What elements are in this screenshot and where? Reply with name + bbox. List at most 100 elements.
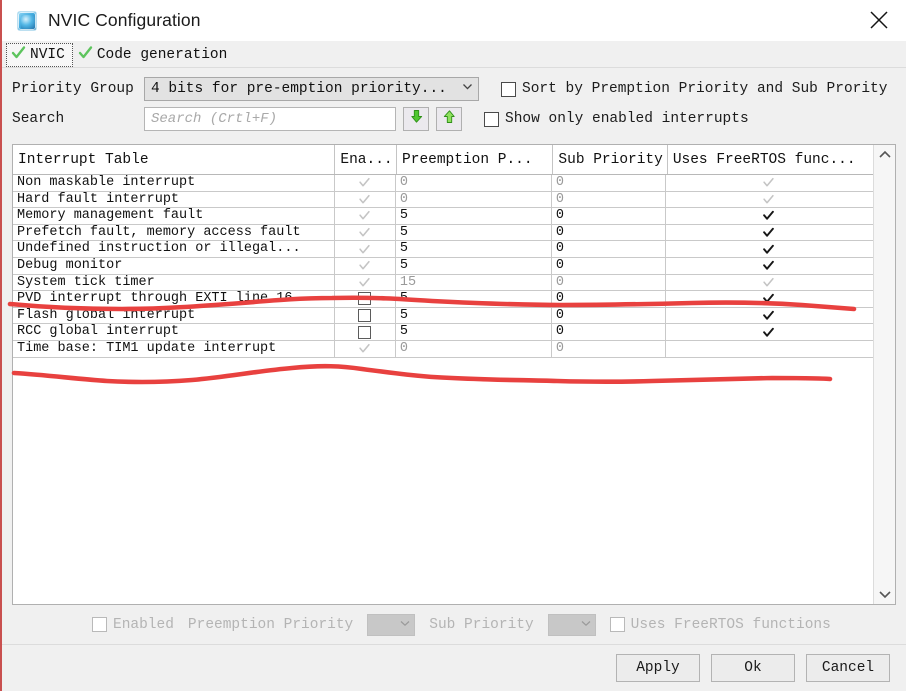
table-row[interactable]: System tick timer 15 0 — [13, 274, 873, 292]
cell-sub-priority[interactable]: 0 — [552, 208, 666, 224]
cell-uses-freertos-checkbox[interactable] — [666, 341, 873, 357]
cell-sub-priority[interactable]: 0 — [552, 324, 666, 340]
cell-enabled-checkbox[interactable] — [335, 224, 396, 241]
tab-nvic-label: NVIC — [30, 47, 65, 63]
cell-preemption-priority[interactable]: 0 — [396, 175, 552, 191]
detail-sub-priority-select[interactable] — [547, 613, 596, 636]
cell-interrupt-name: Undefined instruction or illegal... — [13, 241, 335, 257]
search-row: Search Show only enabled interrupts — [2, 104, 906, 134]
cell-uses-freertos-checkbox[interactable] — [666, 175, 873, 191]
apply-button[interactable]: Apply — [616, 654, 700, 682]
column-header-enabled[interactable]: Ena... — [335, 145, 398, 174]
close-icon[interactable] — [862, 4, 896, 36]
priority-group-label: Priority Group — [12, 81, 134, 97]
table-row[interactable]: Undefined instruction or illegal... 5 0 — [13, 241, 873, 258]
table-row[interactable]: Debug monitor 5 0 — [13, 257, 873, 275]
checkbox-box — [484, 111, 499, 127]
cell-enabled-checkbox[interactable] — [335, 324, 396, 340]
table-vertical-scrollbar[interactable] — [873, 145, 895, 604]
cube-icon — [16, 10, 38, 32]
cell-sub-priority[interactable]: 0 — [552, 257, 666, 274]
sort-by-preemption-checkbox[interactable]: Sort by Premption Priority and Sub Prori… — [501, 81, 887, 97]
cell-preemption-priority[interactable]: 15 — [396, 274, 552, 291]
column-header-preemption[interactable]: Preemption P... — [397, 145, 554, 174]
cell-preemption-priority[interactable]: 5 — [396, 307, 552, 324]
column-header-sub-priority[interactable]: Sub Priority — [553, 145, 668, 174]
detail-preemption-select[interactable] — [367, 613, 416, 636]
table-row[interactable]: Memory management fault 5 0 — [13, 208, 873, 225]
cell-uses-freertos-checkbox[interactable] — [666, 208, 873, 224]
detail-uses-freertos-checkbox[interactable]: Uses FreeRTOS functions — [609, 617, 831, 633]
table-row[interactable]: Non maskable interrupt 0 0 — [13, 175, 873, 192]
cell-sub-priority[interactable]: 0 — [552, 307, 666, 324]
cell-uses-freertos-checkbox[interactable] — [666, 324, 873, 340]
priority-group-select[interactable]: 4 bits for pre-emption priority... — [144, 77, 479, 101]
tab-nvic[interactable]: NVIC — [6, 43, 73, 67]
chevron-up-icon[interactable] — [874, 145, 896, 165]
find-previous-button[interactable] — [436, 107, 462, 131]
checkbox-box — [358, 226, 372, 240]
cell-enabled-checkbox[interactable] — [335, 340, 396, 357]
cell-sub-priority[interactable]: 0 — [552, 291, 666, 307]
cell-enabled-checkbox[interactable] — [335, 307, 396, 324]
cell-preemption-priority[interactable]: 5 — [396, 291, 552, 307]
table-row[interactable]: Time base: TIM1 update interrupt 0 0 — [13, 340, 873, 358]
cell-enabled-checkbox[interactable] — [335, 241, 396, 257]
cell-enabled-checkbox[interactable] — [335, 274, 396, 291]
cell-uses-freertos-checkbox[interactable] — [666, 225, 873, 241]
search-input[interactable] — [144, 107, 396, 131]
detail-enabled-checkbox[interactable]: Enabled — [92, 617, 174, 633]
cell-uses-freertos-checkbox[interactable] — [666, 308, 873, 324]
cell-interrupt-name: RCC global interrupt — [13, 324, 335, 340]
cell-preemption-priority[interactable]: 5 — [396, 208, 552, 224]
tab-code-generation-label: Code generation — [96, 47, 228, 63]
cell-enabled-checkbox[interactable] — [335, 257, 396, 274]
dialog-footer: Apply Ok Cancel — [2, 645, 906, 691]
nvic-configuration-window: NVIC Configuration NVIC Code generation … — [0, 0, 906, 691]
cell-interrupt-name: System tick timer — [13, 274, 335, 291]
options-panel: Priority Group 4 bits for pre-emption pr… — [2, 68, 906, 138]
column-header-uses-freertos[interactable]: Uses FreeRTOS func... — [668, 145, 873, 174]
detail-enabled-label: Enabled — [113, 616, 174, 633]
tab-strip: NVIC Code generation — [2, 41, 906, 68]
cell-preemption-priority[interactable]: 0 — [396, 340, 552, 357]
checkbox-box — [761, 325, 775, 339]
cell-enabled-checkbox[interactable] — [335, 208, 396, 224]
cell-enabled-checkbox[interactable] — [335, 291, 396, 307]
table-row[interactable]: PVD interrupt through EXTI line 16 5 0 — [13, 291, 873, 308]
table-header-row: Interrupt Table Ena... Preemption P... S… — [13, 145, 873, 175]
find-next-button[interactable] — [403, 107, 429, 131]
table-row[interactable]: Flash global interrupt 5 0 — [13, 307, 873, 325]
tab-code-generation[interactable]: Code generation — [72, 43, 236, 67]
cancel-button[interactable]: Cancel — [806, 654, 890, 682]
cell-sub-priority[interactable]: 0 — [552, 241, 666, 257]
chevron-down-icon[interactable] — [874, 584, 896, 604]
column-header-interrupt-table[interactable]: Interrupt Table — [13, 145, 336, 174]
cell-uses-freertos-checkbox[interactable] — [666, 241, 873, 257]
cell-enabled-checkbox[interactable] — [335, 191, 396, 208]
cell-preemption-priority[interactable]: 5 — [396, 224, 552, 241]
checkbox-box — [761, 192, 775, 206]
checkbox-box — [358, 342, 372, 356]
cell-preemption-priority[interactable]: 5 — [396, 324, 552, 340]
cell-sub-priority[interactable]: 0 — [552, 224, 666, 241]
cell-preemption-priority[interactable]: 5 — [396, 241, 552, 257]
table-row[interactable]: Hard fault interrupt 0 0 — [13, 191, 873, 209]
table-row[interactable]: RCC global interrupt 5 0 — [13, 324, 873, 341]
cell-sub-priority[interactable]: 0 — [552, 175, 666, 191]
cell-enabled-checkbox[interactable] — [335, 175, 396, 191]
cell-sub-priority[interactable]: 0 — [552, 340, 666, 357]
cell-sub-priority[interactable]: 0 — [552, 274, 666, 291]
cell-uses-freertos-checkbox[interactable] — [666, 275, 873, 291]
cell-uses-freertos-checkbox[interactable] — [666, 258, 873, 274]
show-only-enabled-checkbox[interactable]: Show only enabled interrupts — [484, 111, 749, 127]
sort-by-preemption-label: Sort by Premption Priority and Sub Prori… — [522, 81, 888, 97]
cell-sub-priority[interactable]: 0 — [552, 191, 666, 208]
table-row[interactable]: Prefetch fault, memory access fault 5 0 — [13, 224, 873, 242]
checkbox-box — [358, 176, 372, 190]
cell-preemption-priority[interactable]: 0 — [396, 191, 552, 208]
cell-preemption-priority[interactable]: 5 — [396, 257, 552, 274]
cell-uses-freertos-checkbox[interactable] — [666, 291, 873, 307]
ok-button[interactable]: Ok — [711, 654, 795, 682]
cell-uses-freertos-checkbox[interactable] — [666, 192, 873, 208]
